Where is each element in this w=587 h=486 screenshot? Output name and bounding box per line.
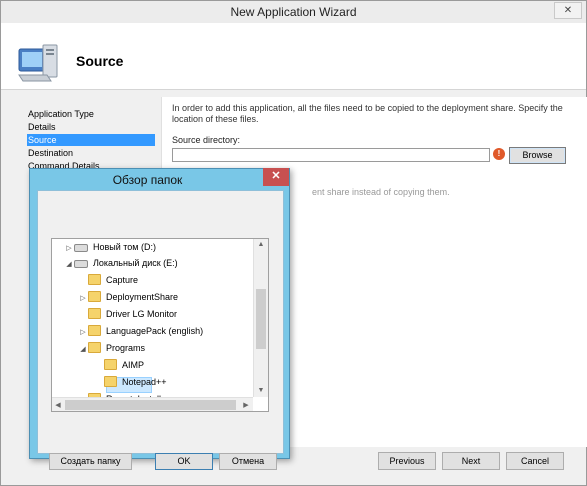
tree-item-label: Programs [106, 343, 146, 353]
tree-item-aimp[interactable]: AIMP [94, 357, 144, 373]
wizard-titlebar: New Application Wizard ✕ [1, 1, 586, 24]
collapse-icon[interactable]: ◢ [78, 342, 88, 358]
drive-icon [74, 243, 88, 252]
vertical-scroll-thumb[interactable] [256, 289, 266, 349]
tree-item-label: Capture [106, 275, 139, 285]
wizard-header: Source [1, 23, 586, 90]
tree-item-label: Driver LG Monitor [106, 309, 178, 319]
folder-icon [88, 291, 101, 303]
previous-button[interactable]: Previous [378, 452, 436, 470]
nav-item-details[interactable]: Details [27, 121, 155, 133]
scroll-right-arrow-icon[interactable]: ▶ [240, 401, 252, 409]
page-title: Source [76, 53, 124, 69]
folder-icon [88, 274, 101, 286]
folder-tree[interactable]: ▷ Новый том (D:) ◢ Локальный диск (E:) Cap… [51, 238, 269, 412]
tree-item-label: Локальный диск (E:) [93, 258, 178, 268]
tree-item-label: AIMP [122, 360, 145, 370]
tree-item-notepadpp[interactable]: Notepad++ [94, 374, 167, 390]
error-icon: ! [493, 148, 505, 160]
tree-item-drive-d[interactable]: ▷ Новый том (D:) [64, 239, 156, 255]
tree-item-programs[interactable]: ◢ Programs [78, 340, 145, 356]
browse-folder-dialog: Обзор папок ✕ ▷ Новый том (D:) ◢ Локальный… [29, 168, 290, 470]
wizard-title: New Application Wizard [230, 5, 357, 19]
dialog-title: Обзор папок [112, 173, 183, 187]
tree-item-label: Notepad++ [122, 377, 167, 387]
folder-icon [104, 359, 117, 371]
dialog-body: ▷ Новый том (D:) ◢ Локальный диск (E:) Cap… [37, 190, 284, 470]
nav-item-destination[interactable]: Destination [27, 147, 155, 159]
tree-item-label: DeploymentShare [106, 292, 179, 302]
folder-icon [88, 325, 101, 337]
next-button[interactable]: Next [442, 452, 500, 470]
tree-item-capture[interactable]: Capture [78, 272, 138, 288]
scroll-down-arrow-icon[interactable]: ▼ [255, 387, 267, 394]
nav-item-application-type[interactable]: Application Type [27, 108, 155, 120]
source-directory-input[interactable] [172, 148, 490, 162]
tree-item-deploymentshare[interactable]: ▷ DeploymentShare [78, 289, 178, 305]
computer-icon [18, 44, 58, 82]
tree-item-drive-e[interactable]: ◢ Локальный диск (E:) [64, 255, 178, 273]
source-directory-label: Source directory: [172, 135, 241, 145]
nav-item-source[interactable]: Source [27, 134, 155, 146]
browse-button[interactable]: Browse [509, 147, 566, 164]
folder-icon [88, 308, 101, 320]
tree-item-languagepack[interactable]: ▷ LanguagePack (english) [78, 323, 203, 339]
horizontal-scroll-thumb[interactable] [65, 400, 236, 410]
folder-icon [104, 376, 117, 388]
collapse-icon[interactable]: ◢ [64, 257, 74, 273]
vertical-scrollbar[interactable]: ▲ ▼ [253, 239, 268, 397]
wizard-close-button[interactable]: ✕ [554, 2, 582, 19]
tree-item-label: LanguagePack (english) [106, 326, 204, 336]
scroll-left-arrow-icon[interactable]: ◀ [52, 401, 64, 409]
expand-icon[interactable]: ▷ [78, 291, 88, 307]
move-option-text: ent share instead of copying them. [312, 187, 450, 197]
horizontal-scrollbar[interactable]: ◀ ▶ [52, 397, 253, 411]
cancel-button[interactable]: Cancel [506, 452, 564, 470]
instructions-text: In order to add this application, all th… [172, 103, 563, 124]
drive-icon [74, 259, 88, 268]
dialog-cancel-button[interactable]: Отмена [219, 453, 277, 470]
dialog-close-button[interactable]: ✕ [263, 168, 289, 186]
new-folder-button[interactable]: Создать папку [49, 453, 132, 470]
folder-icon [88, 342, 101, 354]
expand-icon[interactable]: ▷ [78, 325, 88, 341]
ok-button[interactable]: OK [155, 453, 213, 470]
scroll-up-arrow-icon[interactable]: ▲ [255, 241, 267, 248]
tree-item-label: Новый том (D:) [93, 242, 156, 252]
tree-item-driver-lg-monitor[interactable]: Driver LG Monitor [78, 306, 177, 322]
